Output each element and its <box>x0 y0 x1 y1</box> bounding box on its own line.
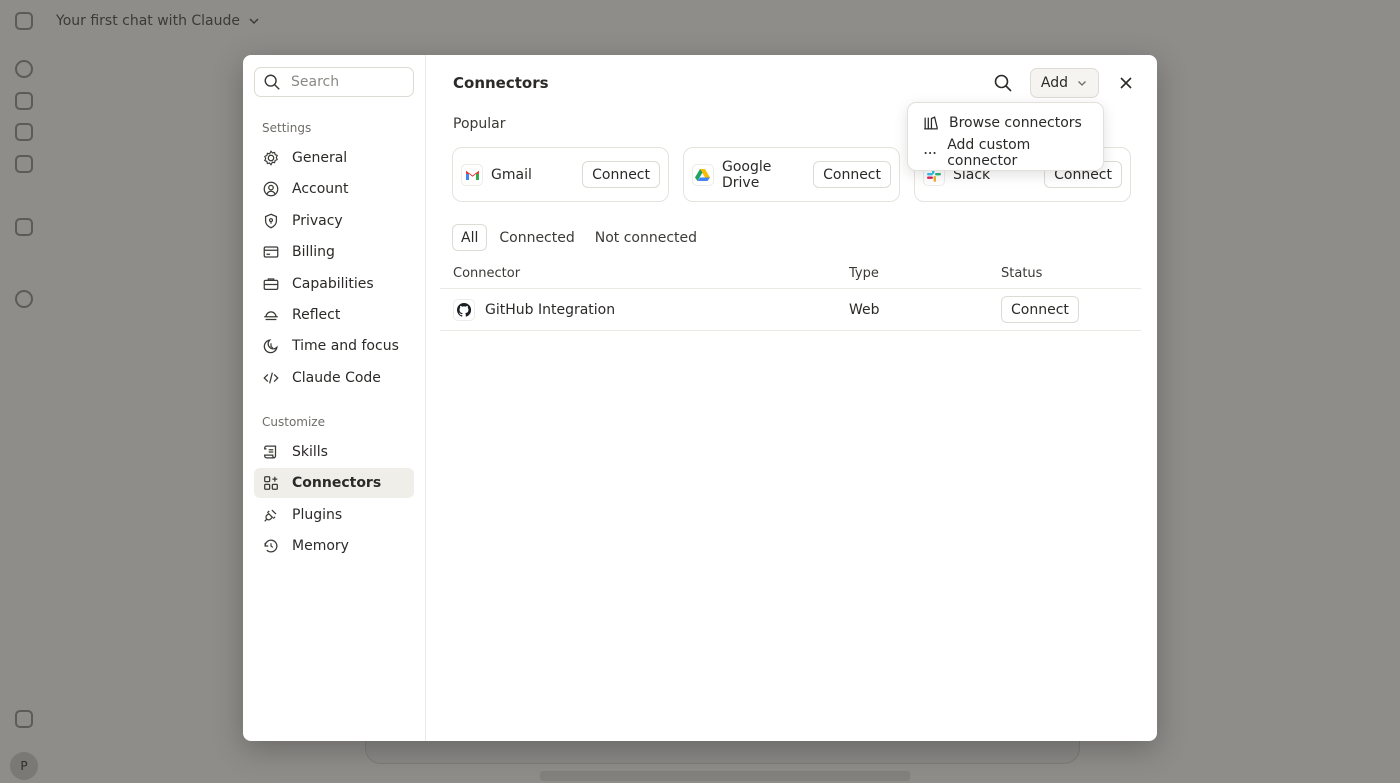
filter-all[interactable]: All <box>452 224 488 251</box>
sidebar-item-account[interactable]: Account <box>254 174 414 204</box>
column-header-type: Type <box>849 266 879 281</box>
sidebar-item-general[interactable]: General <box>254 143 414 173</box>
sidebar-item-label: Claude Code <box>292 369 381 386</box>
settings-section-label: Settings <box>262 121 312 135</box>
shield-icon <box>264 213 278 229</box>
sidebar-item-label: Time and focus <box>292 338 399 355</box>
settings-sidebar: Settings General Account Privacy Billing… <box>243 55 426 741</box>
user-circle-icon <box>263 182 279 197</box>
column-header-status: Status <box>1001 266 1043 281</box>
sidebar-item-billing[interactable]: Billing <box>254 237 414 267</box>
github-icon <box>453 298 475 321</box>
sidebar-item-label: Privacy <box>292 212 343 229</box>
search-icon <box>994 74 1012 92</box>
sidebar-item-privacy[interactable]: Privacy <box>254 206 414 236</box>
filter-tabs: All Connected Not connected <box>452 224 1141 251</box>
gmail-icon <box>461 163 483 186</box>
scroll-icon <box>264 445 277 459</box>
close-icon <box>1120 77 1132 89</box>
sidebar-item-memory[interactable]: Memory <box>254 531 414 561</box>
add-button[interactable]: Add <box>1029 68 1099 98</box>
connector-card-gmail: Gmail Connect <box>452 147 669 202</box>
moon-clock-icon <box>263 339 278 354</box>
briefcase-icon <box>263 277 279 290</box>
table-row[interactable]: GitHub Integration Web Connect <box>440 289 1141 331</box>
help-icon[interactable] <box>15 290 33 308</box>
sidebar-item-capabilities[interactable]: Capabilities <box>254 269 414 299</box>
chat-title-text: Your first chat with Claude <box>56 13 241 29</box>
search-input[interactable] <box>291 74 401 90</box>
sidebar-item-connectors[interactable]: Connectors <box>254 468 414 499</box>
sidebar-item-label: Capabilities <box>292 275 374 292</box>
search-box[interactable] <box>254 67 414 97</box>
menu-item-add-custom-connector[interactable]: Add custom connector <box>914 137 1097 169</box>
grid-plus-icon <box>264 476 278 491</box>
menu-item-label: Add custom connector <box>947 137 1031 169</box>
add-dropdown-menu: Browse connectors Add custom connector <box>907 102 1104 171</box>
add-button-label: Add <box>1040 75 1068 91</box>
sidebar-item-plugins[interactable]: Plugins <box>254 500 414 530</box>
projects-icon[interactable] <box>15 123 33 141</box>
library-icon <box>924 116 938 130</box>
chats-icon[interactable] <box>15 92 33 110</box>
gear-icon <box>264 150 278 166</box>
sidebar-item-label: Plugins <box>292 506 343 523</box>
plug-icon <box>264 509 277 522</box>
sidebar-item-label: Reflect <box>292 306 341 323</box>
history-icon <box>264 539 278 553</box>
menu-item-browse-connectors[interactable]: Browse connectors <box>914 108 1097 138</box>
sidebar-item-label: Billing <box>292 244 335 261</box>
table-header: Connector Type Status <box>440 259 1141 289</box>
google-drive-icon <box>692 163 714 186</box>
chevron-down-icon <box>249 18 259 25</box>
column-header-connector: Connector <box>453 266 521 281</box>
chat-title[interactable]: Your first chat with Claude <box>56 13 260 29</box>
sidebar-item-label: Memory <box>292 537 349 554</box>
sidebar-item-reflect[interactable]: Reflect <box>254 300 414 330</box>
more-horizontal-icon <box>924 151 936 155</box>
connect-button[interactable]: Connect <box>813 161 891 188</box>
chevron-down-icon <box>1078 81 1086 86</box>
sidebar-item-claude-code[interactable]: Claude Code <box>254 363 414 393</box>
connector-card-name: Google Drive <box>721 158 772 191</box>
download-icon[interactable] <box>15 710 33 728</box>
page-title: Connectors <box>453 74 549 92</box>
left-rail: P <box>0 0 48 783</box>
filter-connected[interactable]: Connected <box>491 224 582 251</box>
connector-type: Web <box>849 301 880 318</box>
connect-button[interactable]: Connect <box>1001 296 1079 323</box>
search-button[interactable] <box>988 68 1018 98</box>
sidebar-item-label: Account <box>292 181 349 198</box>
search-icon <box>264 74 280 90</box>
row-connector-name: GitHub Integration <box>440 298 849 321</box>
close-button[interactable] <box>1111 68 1141 98</box>
credit-card-icon <box>263 246 279 258</box>
footer-disclaimer <box>540 771 910 781</box>
customize-section-label: Customize <box>262 414 325 429</box>
sidebar-item-time-and-focus[interactable]: Time and focus <box>254 331 414 361</box>
artifacts-icon[interactable] <box>15 155 33 173</box>
sidebar-item-label: Skills <box>292 443 328 460</box>
connector-status: Connect <box>1001 296 1141 323</box>
code-icon <box>263 372 279 384</box>
sidebar-item-skills[interactable]: Skills <box>254 437 414 467</box>
connector-card-name: Gmail <box>491 166 532 183</box>
sidebar-toggle-icon[interactable] <box>15 12 33 30</box>
new-chat-icon[interactable] <box>15 60 33 78</box>
connect-button[interactable]: Connect <box>582 161 660 188</box>
filter-not-connected[interactable]: Not connected <box>587 224 705 251</box>
sunrise-icon <box>264 311 278 321</box>
sidebar-item-label: Connectors <box>292 475 382 492</box>
connector-card-google-drive: Google Drive Connect <box>683 147 900 202</box>
code-icon[interactable] <box>15 218 33 236</box>
header-actions: Add <box>988 68 1141 98</box>
avatar[interactable]: P <box>10 752 38 780</box>
connector-name: GitHub Integration <box>485 301 616 318</box>
menu-item-label: Browse connectors <box>949 115 1082 131</box>
sidebar-item-label: General <box>292 150 348 166</box>
